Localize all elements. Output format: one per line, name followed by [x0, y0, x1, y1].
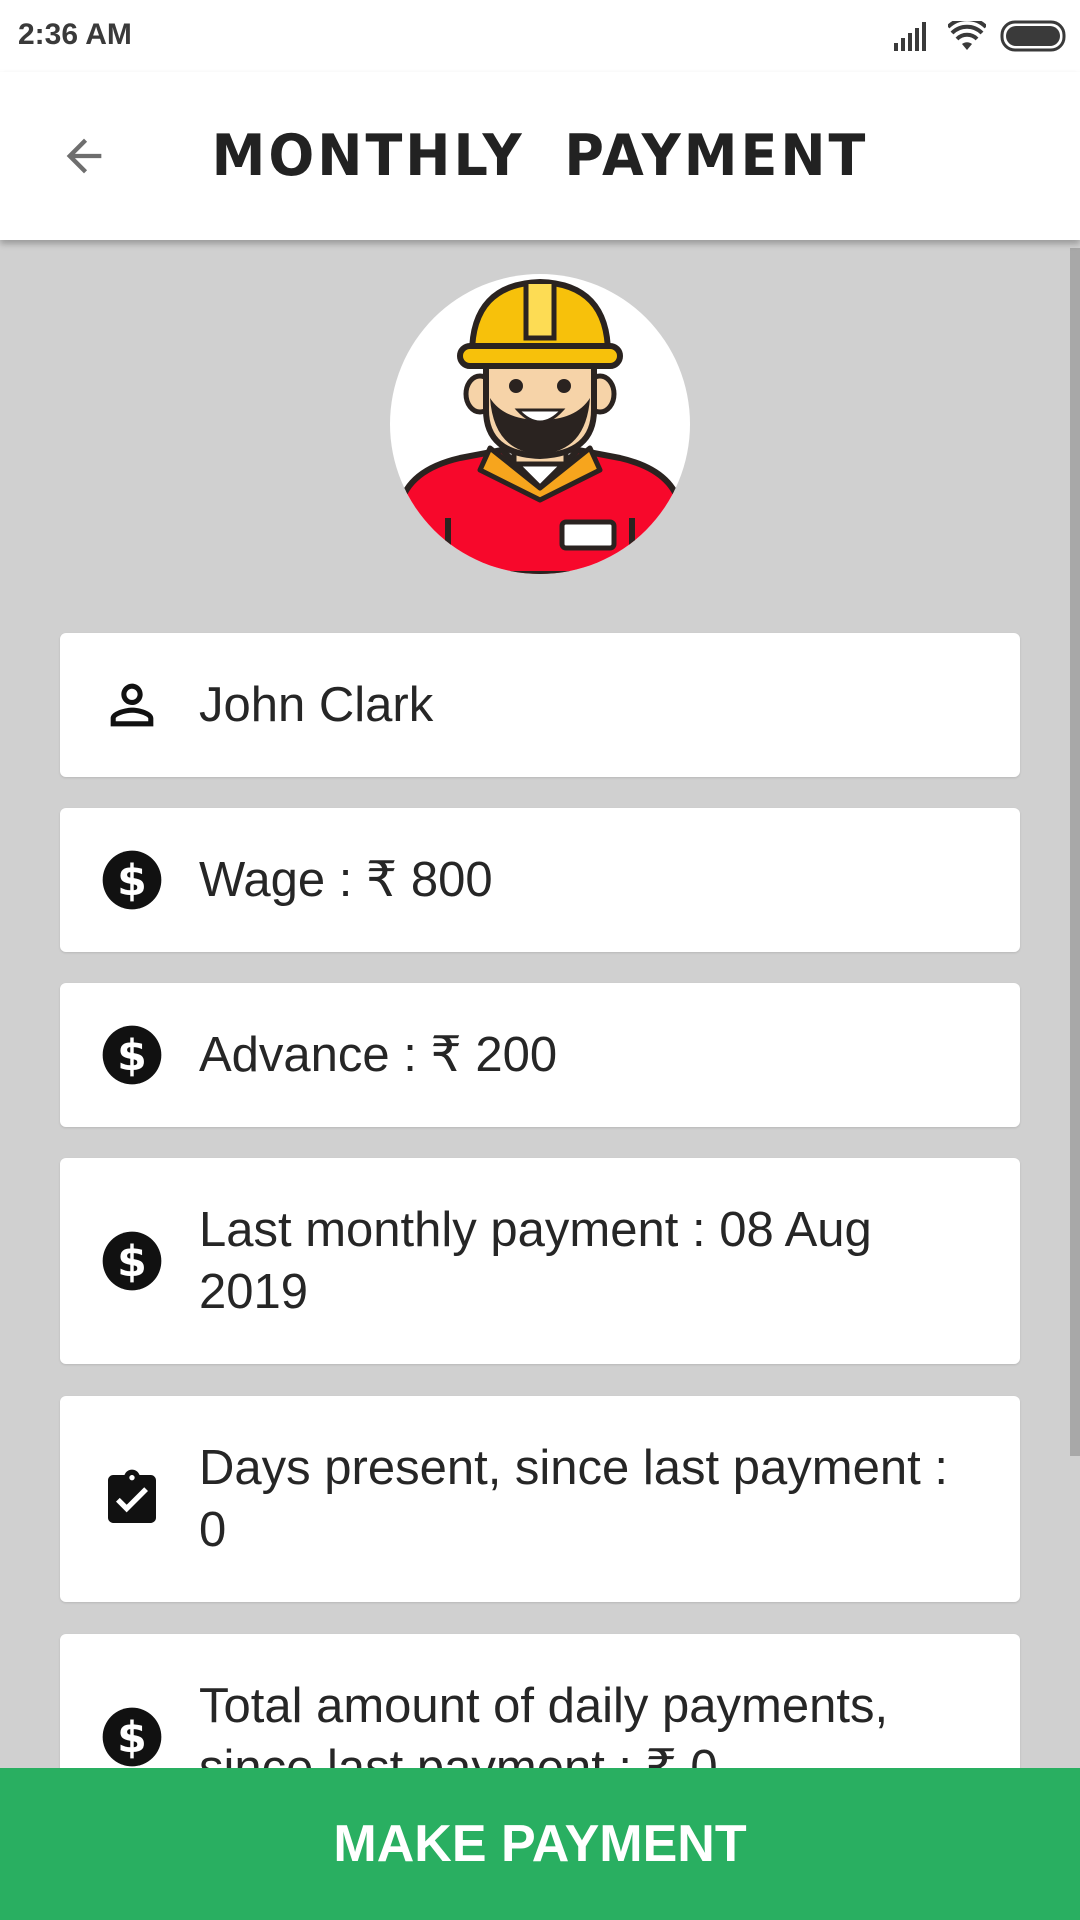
dollar-circle-icon: $ — [102, 1707, 162, 1767]
battery-icon — [1000, 20, 1066, 52]
worker-name-card: John Clark — [60, 633, 1020, 777]
wifi-icon — [948, 21, 986, 50]
make-payment-button[interactable]: MAKE PAYMENT — [0, 1768, 1080, 1920]
scrollbar[interactable] — [1070, 248, 1080, 1456]
app-bar: MONTHLY PAYMENT — [0, 72, 1080, 240]
svg-text:$: $ — [117, 1237, 147, 1287]
status-bar: 2:36 AM — [0, 0, 1080, 72]
status-time: 2:36 AM — [18, 18, 132, 51]
dollar-circle-icon: $ — [102, 1231, 162, 1291]
last-monthly-payment-card: $ Last monthly payment : 08 Aug 2019 — [60, 1158, 1020, 1364]
advance-card: $ Advance : ₹ 200 — [60, 983, 1020, 1127]
last-monthly-payment-value: Last monthly payment : 08 Aug 2019 — [199, 1203, 872, 1319]
total-daily-payments-value: Total amount of daily payments, since la… — [199, 1679, 889, 1768]
worker-avatar — [390, 274, 690, 574]
dollar-circle-icon: $ — [102, 1025, 162, 1085]
clipboard-check-icon — [108, 1469, 156, 1523]
days-present-value: Days present, since last payment : 0 — [199, 1441, 948, 1557]
total-daily-payments-card: $ Total amount of daily payments, since … — [60, 1634, 1020, 1768]
wage-card: $ Wage : ₹ 800 — [60, 808, 1020, 952]
cellular-signal-icon — [894, 22, 926, 51]
wage-value: Wage : ₹ 800 — [199, 853, 493, 907]
svg-text:$: $ — [117, 1031, 147, 1081]
person-icon — [110, 683, 154, 727]
worker-name: John Clark — [199, 678, 434, 732]
days-present-card: Days present, since last payment : 0 — [60, 1396, 1020, 1602]
worker-avatar-illustration — [397, 279, 683, 574]
dollar-circle-icon: $ — [102, 850, 162, 910]
page-title: MONTHLY PAYMENT — [211, 122, 869, 189]
svg-text:$: $ — [117, 1713, 147, 1763]
worker-details[interactable]: John Clark $ Wage : ₹ 800 $ Advance : ₹ … — [0, 240, 1080, 1768]
svg-text:$: $ — [117, 856, 147, 906]
advance-value: Advance : ₹ 200 — [199, 1028, 558, 1082]
status-icons — [894, 18, 1066, 54]
